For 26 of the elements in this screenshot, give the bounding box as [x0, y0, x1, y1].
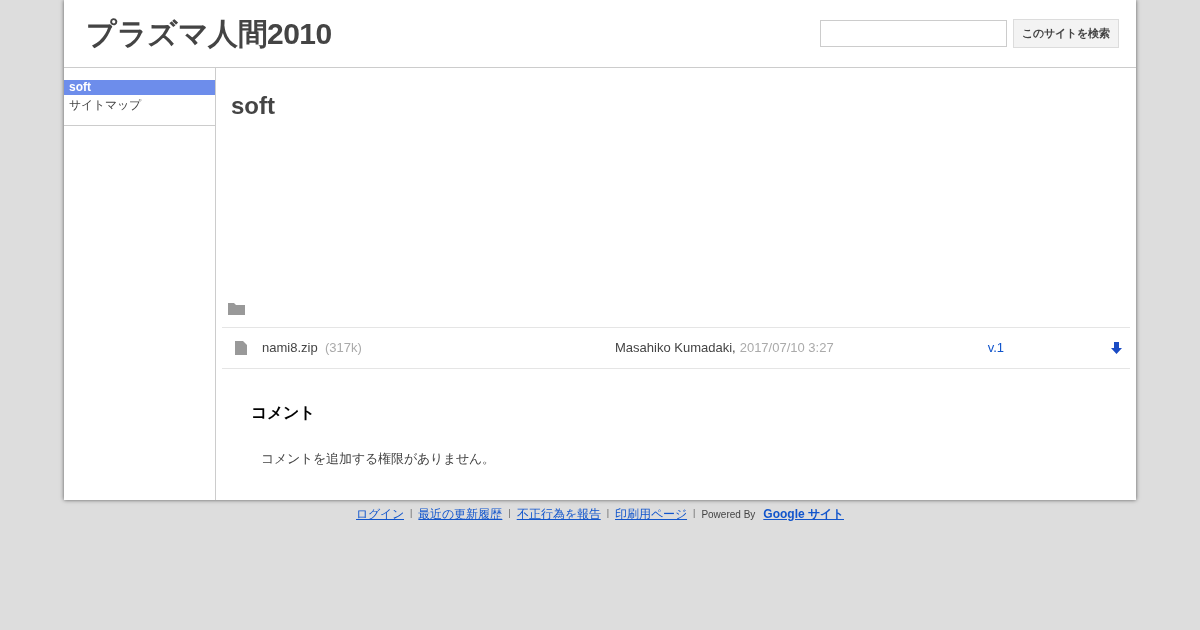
- download-icon[interactable]: [1111, 342, 1122, 354]
- separator: |: [606, 507, 610, 521]
- comments-heading: コメント: [251, 403, 316, 423]
- file-size: (317k): [325, 339, 363, 358]
- file-name[interactable]: nami8.zip: [262, 338, 321, 358]
- folder-icon: [228, 302, 245, 315]
- separator: |: [693, 507, 696, 521]
- footer-link[interactable]: 不正行為を報告: [516, 505, 601, 523]
- search-field[interactable]: [820, 20, 1007, 47]
- site-title[interactable]: プラズマ人間2010: [86, 11, 332, 56]
- sidebar-item[interactable]: サイトマップ: [64, 95, 215, 115]
- file-date: 2017/07/10 3:27: [739, 339, 835, 358]
- footer-link[interactable]: 印刷用ページ: [615, 505, 688, 523]
- comments-message: コメントを追加する権限がありません。: [260, 450, 496, 468]
- separator: |: [508, 507, 511, 521]
- google-sites-link[interactable]: Google サイト: [763, 505, 844, 523]
- separator: |: [410, 507, 413, 521]
- powered-by-text: Powered By: [701, 507, 756, 522]
- sidebar-item[interactable]: soft: [64, 80, 215, 95]
- page-title: soft: [230, 91, 276, 121]
- file-icon: [235, 341, 247, 355]
- file-author: Masahiko Kumadaki,: [615, 339, 736, 358]
- footer-link[interactable]: 最近の更新履歴: [418, 505, 503, 523]
- version-link[interactable]: v.1: [987, 338, 1005, 358]
- footer-link[interactable]: ログイン: [356, 505, 404, 523]
- search-button[interactable]: このサイトを検索: [1013, 19, 1119, 48]
